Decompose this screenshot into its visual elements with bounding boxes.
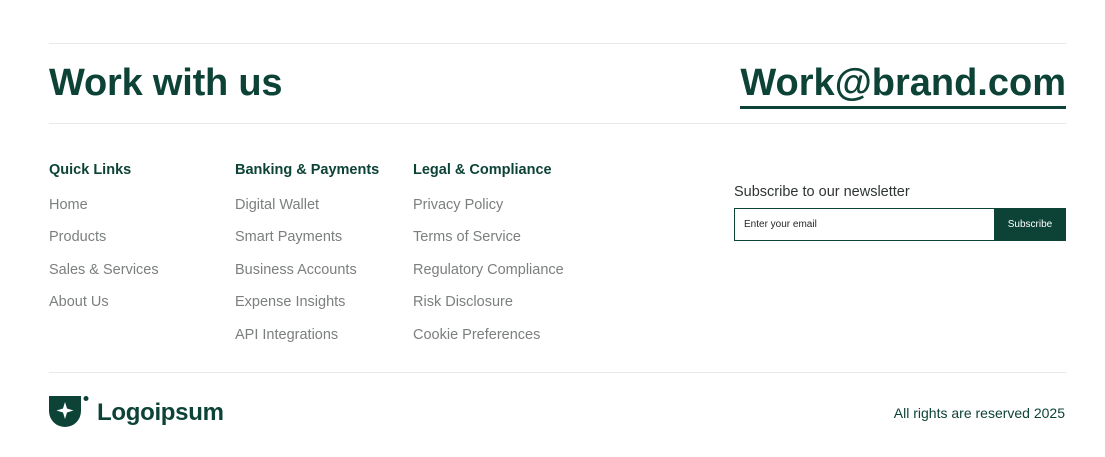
link-products[interactable]: Products — [49, 227, 159, 259]
link-smart-payments[interactable]: Smart Payments — [235, 227, 379, 259]
footer-section: Work with us Work@brand.com Quick Links … — [0, 0, 1105, 457]
bottom-divider — [49, 372, 1066, 373]
link-api-integrations[interactable]: API Integrations — [235, 325, 379, 357]
hero-divider — [49, 123, 1066, 124]
link-regulatory-compliance[interactable]: Regulatory Compliance — [413, 260, 564, 292]
link-terms-of-service[interactable]: Terms of Service — [413, 227, 564, 259]
brand-logo[interactable]: Logoipsum — [49, 396, 224, 430]
legal-compliance-list: Privacy Policy Terms of Service Regulato… — [413, 195, 564, 357]
banking-payments-list: Digital Wallet Smart Payments Business A… — [235, 195, 379, 357]
legal-compliance-heading: Legal & Compliance — [413, 162, 552, 178]
link-expense-insights[interactable]: Expense Insights — [235, 292, 379, 324]
newsletter-form: Subscribe — [734, 208, 1066, 241]
link-privacy-policy[interactable]: Privacy Policy — [413, 195, 564, 227]
link-digital-wallet[interactable]: Digital Wallet — [235, 195, 379, 227]
newsletter-email-input[interactable] — [734, 208, 994, 241]
quick-links-column: Quick Links Home Products Sales & Servic… — [49, 160, 159, 325]
link-risk-disclosure[interactable]: Risk Disclosure — [413, 292, 564, 324]
newsletter-label: Subscribe to our newsletter — [734, 184, 910, 200]
link-about-us[interactable]: About Us — [49, 292, 159, 324]
subscribe-button[interactable]: Subscribe — [994, 208, 1066, 241]
banking-payments-column: Banking & Payments Digital Wallet Smart … — [235, 160, 379, 357]
link-cookie-preferences[interactable]: Cookie Preferences — [413, 325, 564, 357]
top-divider — [49, 43, 1066, 44]
contact-email-link[interactable]: Work@brand.com — [740, 60, 1066, 109]
banking-payments-heading: Banking & Payments — [235, 162, 380, 178]
shield-star-logo-icon — [49, 396, 89, 430]
link-home[interactable]: Home — [49, 195, 159, 227]
quick-links-list: Home Products Sales & Services About Us — [49, 195, 159, 325]
quick-links-heading: Quick Links — [49, 162, 132, 178]
work-with-us-heading: Work with us — [49, 62, 283, 104]
brand-name: Logoipsum — [97, 399, 224, 426]
newsletter-signup: Subscribe to our newsletter Subscribe — [734, 182, 1066, 241]
link-business-accounts[interactable]: Business Accounts — [235, 260, 379, 292]
legal-compliance-column: Legal & Compliance Privacy Policy Terms … — [413, 160, 564, 357]
link-sales-services[interactable]: Sales & Services — [49, 260, 159, 292]
copyright-text: All rights are reserved 2025 — [893, 405, 1065, 421]
